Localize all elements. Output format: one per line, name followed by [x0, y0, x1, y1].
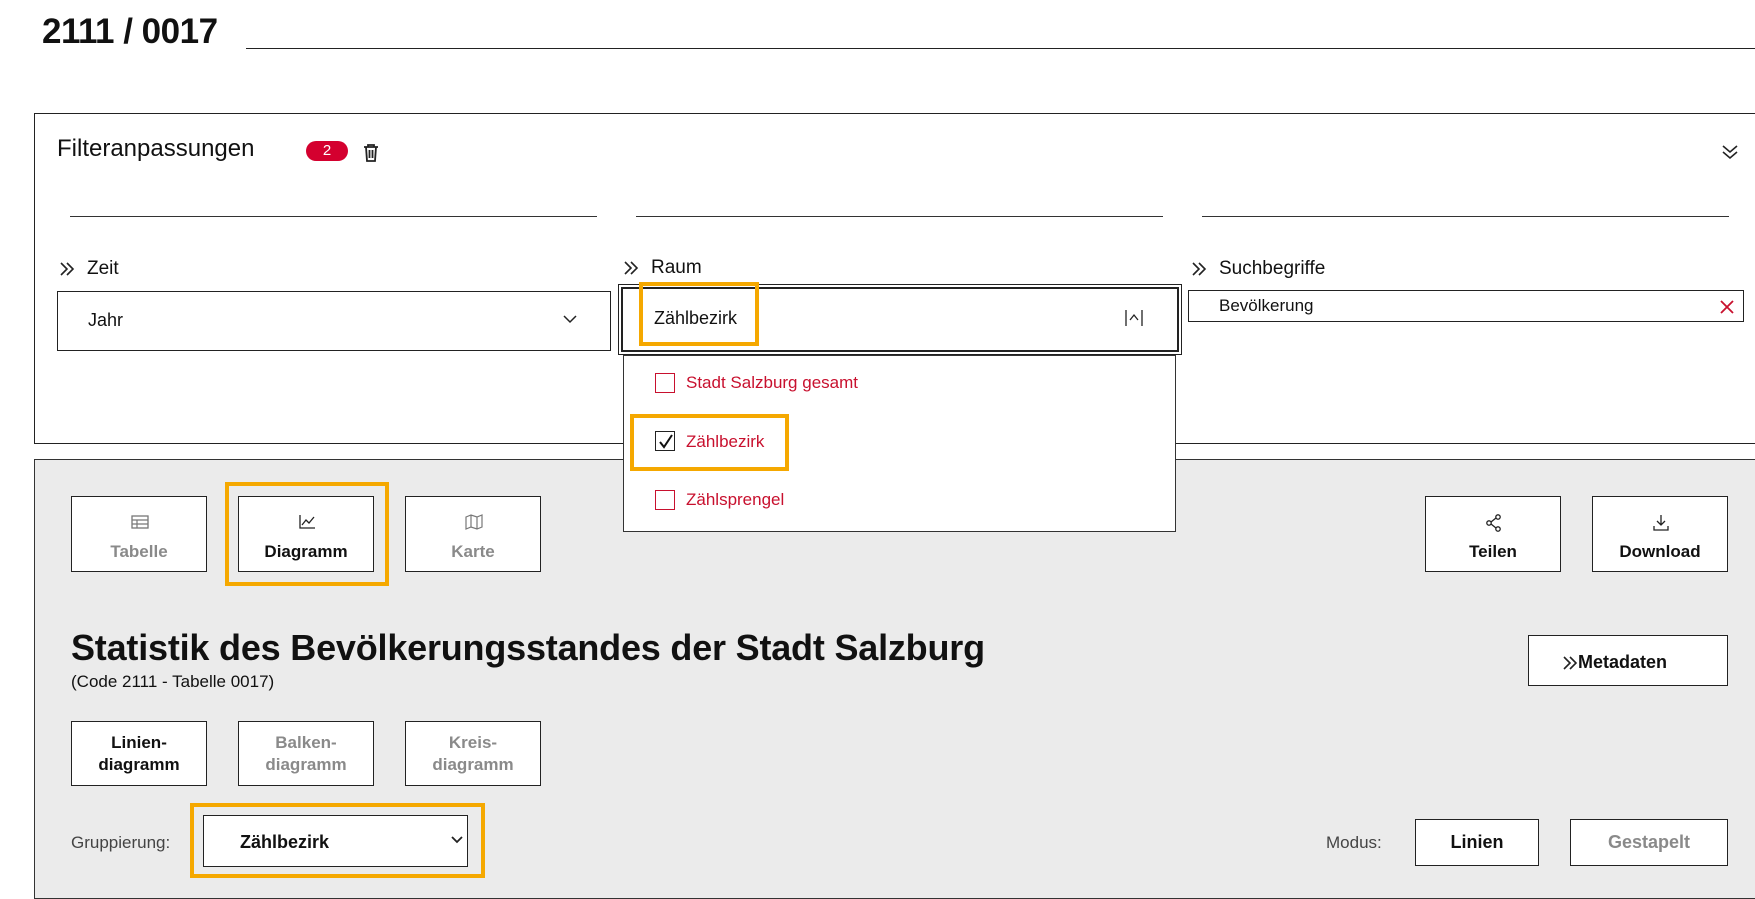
filter-title[interactable]: Filteranpassungen	[57, 135, 254, 163]
option-checkbox-stadt[interactable]	[655, 373, 675, 393]
zeit-label: Zeit	[87, 258, 119, 279]
header-divider	[246, 48, 1755, 49]
raum-tab-line	[636, 216, 1163, 217]
teilen-button[interactable]: Teilen	[1425, 496, 1561, 572]
tabelle-label: Tabelle	[110, 542, 168, 561]
option-checkbox-zaehlsprengel[interactable]	[655, 490, 675, 510]
raum-value: Zählbezirk	[654, 308, 738, 328]
chevron-down-icon	[563, 315, 577, 324]
double-chevron-icon	[623, 260, 639, 276]
search-value: Bevölkerung	[1219, 296, 1314, 315]
page-title: Statistik des Bevölkerungsstandes der St…	[71, 627, 985, 668]
option-label-stadt[interactable]: Stadt Salzburg gesamt	[686, 373, 858, 393]
gestapelt-mode-button[interactable]: Gestapelt	[1570, 819, 1728, 866]
download-button[interactable]: Download	[1592, 496, 1728, 572]
option-label-zaehlsprengel[interactable]: Zählsprengel	[686, 490, 784, 510]
filter-count-badge: 2	[306, 141, 348, 161]
close-icon[interactable]	[1719, 299, 1735, 315]
page-subtitle: (Code 2111 - Tabelle 0017)	[71, 672, 275, 691]
double-chevron-icon	[1562, 655, 1578, 671]
gruppierung-label: Gruppierung:	[71, 833, 171, 852]
checkmark-icon	[659, 434, 673, 449]
chevron-down-icon	[451, 836, 463, 844]
tabelle-button[interactable]: Tabelle	[71, 496, 207, 572]
teilen-label: Teilen	[1469, 542, 1517, 561]
option-checkbox-zaehlbezirk[interactable]	[655, 431, 675, 451]
collapse-chevron-icon[interactable]	[1721, 143, 1739, 161]
liniendiagramm-button[interactable]: Linien- diagramm	[71, 721, 207, 786]
gruppierung-value: Zählbezirk	[240, 832, 330, 852]
option-label-zaehlbezirk[interactable]: Zählbezirk	[686, 432, 764, 452]
trash-icon[interactable]	[362, 143, 380, 163]
metadaten-label: Metadaten	[1578, 652, 1668, 672]
zeit-value: Jahr	[88, 310, 124, 330]
diagramm-label: Diagramm	[264, 542, 348, 561]
liniendiagramm-label-1: Linien-	[111, 733, 167, 752]
balkendiagramm-label-1: Balken-	[275, 733, 337, 752]
kreisdiagramm-button[interactable]: Kreis- diagramm	[405, 721, 541, 786]
table-icon	[131, 514, 149, 530]
double-chevron-icon	[1191, 261, 1207, 277]
zeit-tab-line	[70, 216, 597, 217]
karte-label: Karte	[451, 542, 495, 561]
modus-label: Modus:	[1326, 833, 1382, 852]
download-icon	[1652, 514, 1670, 532]
diagramm-button[interactable]: Diagramm	[238, 496, 374, 572]
map-icon	[465, 514, 483, 530]
double-chevron-icon	[59, 261, 75, 277]
line-chart-icon	[298, 514, 316, 530]
liniendiagramm-label-2: diagramm	[98, 755, 180, 774]
chevron-up-icon[interactable]	[1124, 309, 1144, 327]
linien-mode-button[interactable]: Linien	[1415, 819, 1539, 866]
raum-label: Raum	[651, 257, 702, 278]
share-icon	[1485, 514, 1503, 532]
zeit-select[interactable]	[57, 291, 611, 351]
karte-button[interactable]: Karte	[405, 496, 541, 572]
kreisdiagramm-label-1: Kreis-	[448, 733, 498, 752]
such-label: Suchbegriffe	[1219, 258, 1326, 279]
balkendiagramm-button[interactable]: Balken- diagramm	[238, 721, 374, 786]
page-code: 2111 / 0017	[42, 12, 218, 51]
such-tab-line	[1202, 216, 1729, 217]
kreisdiagramm-label-2: diagramm	[432, 755, 514, 774]
download-label: Download	[1619, 542, 1701, 561]
balkendiagramm-label-2: diagramm	[265, 755, 347, 774]
